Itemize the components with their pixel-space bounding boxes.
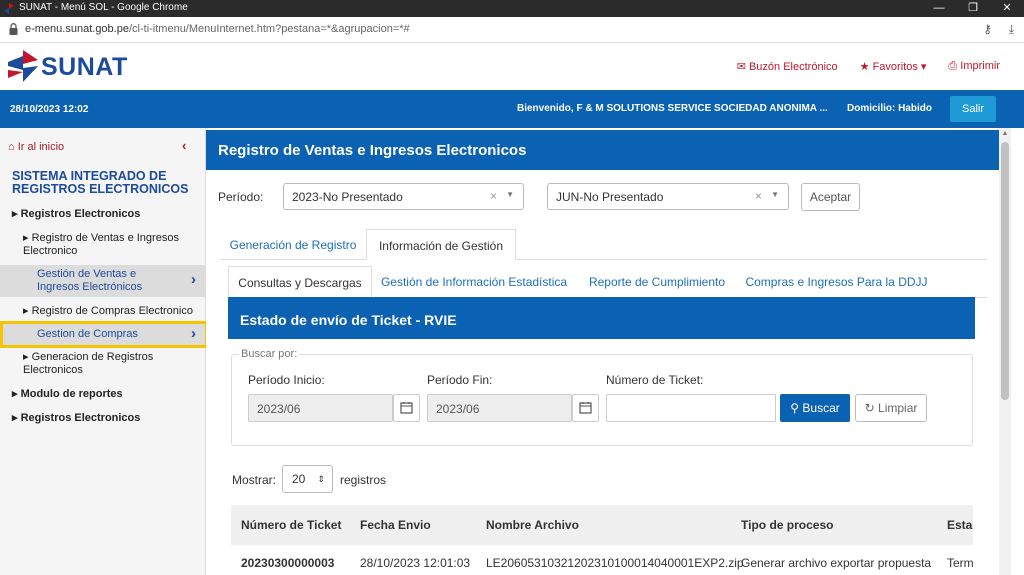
buscar-por-legend: Buscar por: [239,348,300,360]
domicilio-text: Domicilio: Habido [847,103,932,114]
scroll-up-icon[interactable]: ▲ [999,130,1011,137]
table-cell: LE20605310321202310100014040001EXP2.zip [486,556,744,570]
maximize-button[interactable]: ❐ [956,0,990,17]
window-titlebar: SUNAT - Menú SOL - Google Chrome — ❐ ✕ [0,0,1024,17]
system-title: SISTEMA INTEGRADO DE REGISTROS ELECTRONI… [12,169,189,196]
session-date: 28/10/2023 12:02 [10,104,89,115]
page-title: Registro de Ventas e Ingresos Electronic… [206,130,999,170]
sidebar-item-modulo-reportes[interactable]: ▸ Modulo de reportes [12,388,123,401]
home-icon: ⌂ [8,141,15,153]
tab-gestion-estadistica[interactable]: Gestión de Información Estadística [374,266,574,297]
buzon-link[interactable]: ✉ Buzón Electrónico [737,60,838,73]
periodo-inicio-input[interactable]: 2023/06 [248,394,393,422]
buscar-button[interactable]: ⚲ Buscar [780,394,850,422]
tab-reporte-cumplimiento[interactable]: Reporte de Cumplimiento [582,266,732,297]
updown-icon: ⇕ [317,474,325,484]
sidebar-item-gestion-ventas[interactable]: Gestión de Ventas e Ingresos Electrónico… [0,265,205,297]
periodo-fin-input[interactable]: 2023/06 [427,394,572,422]
sidebar-item-rce[interactable]: ▸ Registro de Compras Electronico [23,305,193,318]
mes-select[interactable]: JUN-No Presentado × ▼ [547,183,789,210]
sidebar-item-generacion-registros[interactable]: ▸ Generacion de Registros Electronicos [23,351,193,377]
registros-label: registros [340,473,387,487]
table-cell: Term [947,556,973,570]
sidebar-item-rvie[interactable]: ▸ Registro de Ventas e Ingresos Electron… [23,232,198,258]
sidebar-item-registros-electronicos-2[interactable]: ▸ Registros Electronicos [12,412,140,425]
key-icon[interactable]: ⚷ [983,22,992,36]
aceptar-button[interactable]: Aceptar [801,183,860,211]
periodo-label: Período: [218,190,264,204]
section-title: Estado de envío de Ticket - RVIE [228,297,975,339]
star-icon: ★ [859,61,870,73]
calendar-icon [579,402,592,414]
address-bar[interactable]: e-menu.sunat.gob.pe/cl-ti-itmenu/MenuInt… [0,17,1024,43]
periodo-select[interactable]: 2023-No Presentado × ▼ [283,183,524,210]
scrollbar[interactable]: ▲ [999,128,1011,575]
site-header: SUNAT ✉ Buzón Electrónico ★ Favoritos ▾ … [0,43,1024,90]
col-header[interactable]: Nombre Archivo [486,518,579,532]
highlight-box [0,321,208,348]
search-icon: ⚲ [790,401,800,415]
close-button[interactable]: ✕ [990,0,1024,17]
sunat-favicon-icon [4,3,14,14]
chevron-right-icon: › [191,271,196,288]
calendar-icon [400,402,413,414]
col-header[interactable]: Fecha Envio [360,518,431,532]
welcome-text: Bienvenido, F & M SOLUTIONS SERVICE SOCI… [517,103,828,114]
table-cell: 20230300000003 [241,556,335,570]
logo-text: SUNAT [41,53,128,81]
periodo-inicio-label: Período Inicio: [248,373,325,387]
ticket-label: Número de Ticket: [606,373,704,387]
ticket-table: Número de Ticket Fecha Envio Nombre Arch… [231,505,973,575]
download-icon[interactable]: ⤓ [1009,22,1014,37]
imprimir-link[interactable]: ⎙ Imprimir [948,60,1000,73]
tab-informacion-gestion[interactable]: Información de Gestión [366,229,516,260]
lock-icon [9,23,18,35]
tab-generacion-registro[interactable]: Generación de Registro [220,229,366,260]
col-header[interactable]: Estad [947,518,973,532]
calendar-button[interactable] [572,394,599,422]
scrollbar-thumb[interactable] [1001,142,1009,400]
tabs-secondary: Consultas y Descargas Gestión de Informa… [228,266,987,298]
salir-button[interactable]: Salir [950,96,996,122]
ir-al-inicio-link[interactable]: ⌂ Ir al inicio [8,141,64,153]
clear-icon[interactable]: × [490,189,497,203]
clear-icon[interactable]: × [755,189,762,203]
envelope-icon: ✉ [736,61,746,73]
mostrar-label: Mostrar: [232,473,277,487]
page-size-select[interactable]: 20 ⇕ [282,465,333,493]
ticket-input[interactable] [606,394,776,422]
outer-margin [1011,128,1024,575]
table-cell: 28/10/2023 12:01:03 [360,556,471,570]
periodo-fin-label: Período Fin: [427,373,493,387]
tab-compras-ddjj[interactable]: Compras e Ingresos Para la DDJJ [744,266,929,297]
window-title: SUNAT - Menú SOL - Google Chrome [19,2,188,13]
col-header[interactable]: Tipo de proceso [741,518,833,532]
sunat-logo[interactable]: SUNAT [8,50,127,82]
refresh-icon: ↻ [864,401,875,415]
chevron-down-icon: ▼ [506,190,514,199]
col-header[interactable]: Número de Ticket [241,518,341,532]
sidebar-item-registros-electronicos[interactable]: ▸ Registros Electronicos [12,208,140,221]
sidebar: ⌂ Ir al inicio ‹ SISTEMA INTEGRADO DE RE… [0,128,206,575]
minimize-button[interactable]: — [922,0,956,17]
tabs-primary: Generación de Registro Información de Ge… [220,229,987,260]
limpiar-button[interactable]: ↻ Limpiar [855,394,927,422]
sunat-logo-icon [8,50,38,82]
favoritos-link[interactable]: ★ Favoritos ▾ [860,60,927,73]
table-header [231,505,973,545]
collapse-sidebar-icon[interactable]: ‹ [182,138,186,153]
tab-consultas-descargas[interactable]: Consultas y Descargas [228,266,372,298]
session-bar: 28/10/2023 12:02 Bienvenido, F & M SOLUT… [0,90,1024,128]
table-cell: Generar archivo exportar propuesta [741,556,932,570]
printer-icon: ⎙ [948,60,958,72]
chevron-down-icon: ▼ [771,190,779,199]
url-text[interactable]: e-menu.sunat.gob.pe/cl-ti-itmenu/MenuInt… [25,23,410,35]
calendar-button[interactable] [393,394,420,422]
header-links: ✉ Buzón Electrónico ★ Favoritos ▾ ⎙ Impr… [737,60,1000,73]
